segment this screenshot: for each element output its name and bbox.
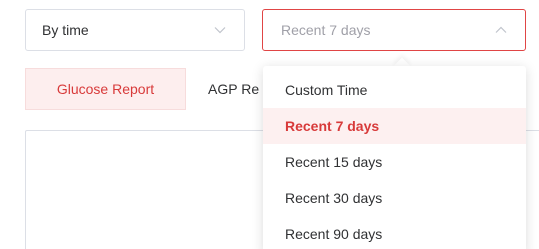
option-custom-time[interactable]: Custom Time (263, 72, 526, 108)
filter-mode-select[interactable]: By time (25, 9, 245, 51)
option-recent-90-days[interactable]: Recent 90 days (263, 216, 526, 249)
tab-glucose-report[interactable]: Glucose Report (25, 68, 186, 110)
option-recent-30-days[interactable]: Recent 30 days (263, 180, 526, 216)
date-range-select[interactable]: Recent 7 days (262, 9, 526, 51)
option-recent-7-days[interactable]: Recent 7 days (263, 108, 526, 144)
filter-mode-value: By time (42, 22, 89, 38)
chevron-down-icon (214, 27, 226, 34)
date-range-dropdown: Custom Time Recent 7 days Recent 15 days… (263, 66, 526, 249)
option-recent-15-days[interactable]: Recent 15 days (263, 144, 526, 180)
date-range-value: Recent 7 days (281, 22, 371, 38)
chevron-up-icon (495, 26, 507, 33)
